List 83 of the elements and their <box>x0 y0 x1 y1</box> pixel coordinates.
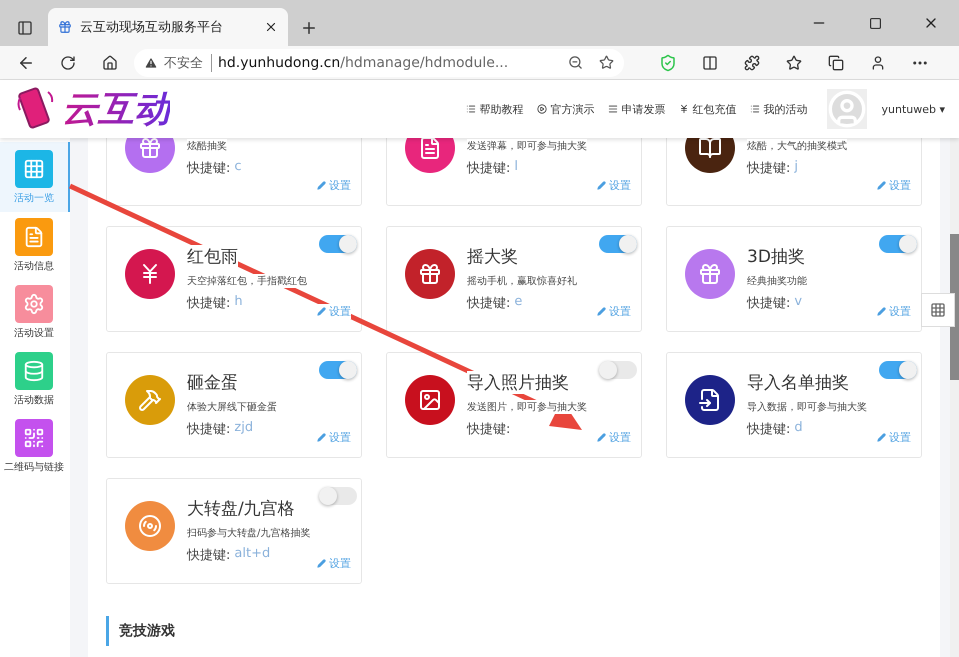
enable-toggle[interactable] <box>879 235 917 253</box>
shortcut-key: l <box>514 159 518 177</box>
enable-toggle[interactable] <box>319 235 357 253</box>
activity-description: 扫码参与大转盘/九宫格抽奖 <box>187 526 310 540</box>
activity-title: 导入照片抽奖 <box>467 371 569 394</box>
shortcut-label: 快捷键: <box>467 295 510 312</box>
shortcut-key: alt+d <box>234 546 270 564</box>
pencil-icon <box>597 433 606 442</box>
activity-description: 体验大屏线下砸金蛋 <box>187 400 277 414</box>
sidebar-item[interactable]: 二维码与链接 <box>0 413 70 480</box>
activity-description: 天空掉落红包，手指戳红包 <box>187 274 307 288</box>
pencil-icon <box>877 307 886 316</box>
pencil-icon <box>317 181 326 190</box>
nav-link-icon <box>608 104 618 114</box>
header-nav-link[interactable]: 帮助教程 <box>466 102 524 116</box>
shortcut-label: 快捷键: <box>467 421 510 438</box>
nav-link-icon <box>750 104 760 114</box>
shortcut-key: h <box>234 294 243 312</box>
enable-toggle[interactable] <box>319 361 357 379</box>
shortcut-key: c <box>234 159 242 177</box>
shortcut-label: 快捷键: <box>187 421 230 438</box>
activity-description: 摇动手机，赢取惊喜好礼 <box>467 274 577 288</box>
warning-icon <box>144 56 158 70</box>
favorite-icon[interactable] <box>599 55 614 70</box>
grid-menu-button[interactable] <box>921 293 955 327</box>
activity-description: 发送弹幕，即可参与抽大奖 <box>467 139 587 153</box>
section-heading: 竞技游戏 <box>106 616 185 646</box>
sidebar-item-label: 活动一览 <box>14 192 54 204</box>
shortcut-label: 快捷键: <box>187 160 230 177</box>
security-warning: 不安全 <box>164 54 212 72</box>
activity-description: 导入数据，即可参与抽大奖 <box>747 400 867 414</box>
site-favicon-icon <box>58 20 72 34</box>
activity-description: 经典抽奖功能 <box>747 274 807 288</box>
sidebar-item-label: 活动信息 <box>14 260 54 273</box>
sidebar-item-label: 活动数据 <box>14 394 54 407</box>
browser-tab[interactable]: 云互动现场互动服务平台 <box>48 8 288 46</box>
enable-toggle[interactable] <box>879 361 917 379</box>
shortcut-label: 快捷键: <box>747 160 790 177</box>
sidebar-item[interactable]: 活动设置 <box>0 279 70 346</box>
pencil-icon <box>877 433 886 442</box>
tab-title: 云互动现场互动服务平台 <box>80 19 224 36</box>
nav-link-icon <box>466 104 476 114</box>
activity-description: 发送图片，即可参与抽大奖 <box>467 400 587 414</box>
pencil-icon <box>317 307 326 316</box>
activity-title: 砸金蛋 <box>187 371 238 394</box>
header-nav-link[interactable]: 官方演示 <box>537 102 594 116</box>
header-nav-link[interactable]: 申请发票 <box>608 102 666 116</box>
address-field[interactable]: 不安全 hd.yunhudong.cn/hdmanage/hdmodule... <box>134 48 624 76</box>
nav-link-icon <box>537 104 548 114</box>
activity-description: 炫酷，大气的抽奖模式 <box>747 139 847 153</box>
shortcut-key: zjd <box>234 420 254 438</box>
enable-toggle[interactable] <box>599 235 637 253</box>
sidebar-item[interactable]: 活动数据 <box>0 346 70 413</box>
enable-toggle[interactable] <box>599 361 637 379</box>
activity-title: 红包雨 <box>187 245 238 268</box>
sidebar-item-label: 二维码与链接 <box>4 460 64 474</box>
header-nav-link[interactable]: 我的活动 <box>750 102 808 116</box>
zoom-out-icon[interactable] <box>568 55 583 70</box>
shortcut-key: j <box>794 159 798 177</box>
url-text: hd.yunhudong.cn/hdmanage/hdmodule... <box>218 54 508 70</box>
shortcut-label: 快捷键: <box>187 295 230 312</box>
shortcut-key: v <box>794 294 802 312</box>
shortcut-label: 快捷键: <box>467 160 510 177</box>
pencil-icon <box>317 433 326 442</box>
nav-link-icon <box>679 104 690 114</box>
activity-title: 导入名单抽奖 <box>747 371 849 394</box>
shortcut-key: d <box>794 420 803 438</box>
close-tab-icon[interactable] <box>264 20 278 34</box>
shortcut-label: 快捷键: <box>187 547 230 564</box>
activity-description: 炫酷抽奖 <box>187 139 227 153</box>
header-nav-link[interactable]: 红包充值 <box>679 102 736 116</box>
shortcut-key: e <box>514 294 522 312</box>
shortcut-label: 快捷键: <box>747 295 790 312</box>
enable-toggle[interactable] <box>319 487 357 505</box>
username-menu[interactable]: yuntuweb ▾ <box>881 102 945 116</box>
pencil-icon <box>597 307 606 316</box>
shortcut-label: 快捷键: <box>747 421 790 438</box>
sidebar-item-label: 活动设置 <box>14 326 54 340</box>
sidebar-item[interactable]: 活动信息 <box>0 212 70 279</box>
pencil-icon <box>877 181 886 190</box>
pencil-icon <box>317 559 326 568</box>
grid-icon <box>930 302 946 318</box>
pencil-icon <box>597 181 606 190</box>
